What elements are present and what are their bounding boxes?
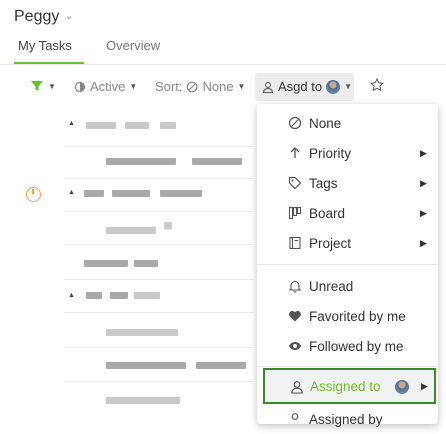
person-icon <box>290 380 304 399</box>
blurred-text <box>134 260 158 267</box>
board-icon <box>287 206 303 220</box>
row-divider <box>64 178 254 179</box>
menu-item-unread[interactable]: Unread <box>257 271 438 301</box>
heart-icon <box>287 309 303 323</box>
tab-overview[interactable]: Overview <box>106 38 160 53</box>
blurred-text <box>106 158 176 165</box>
blurred-text <box>84 190 104 197</box>
project-icon <box>287 236 303 250</box>
sort-value: None <box>202 79 234 94</box>
blurred-text <box>125 122 149 129</box>
eye-icon <box>287 339 303 353</box>
collapse-triangle-icon[interactable]: ▲ <box>68 120 75 127</box>
blurred-text <box>106 362 186 369</box>
bell-icon <box>287 279 303 293</box>
caret-down-icon: ▼ <box>344 82 353 91</box>
submenu-arrow-icon: ▶ <box>420 177 427 188</box>
blurred-text <box>84 260 128 267</box>
row-divider <box>64 211 254 212</box>
person-icon <box>262 81 274 93</box>
menu-item-label: Project <box>309 235 352 251</box>
menu-item-label: Followed by me <box>309 338 404 354</box>
blurred-text <box>164 222 172 229</box>
star-icon <box>369 77 385 92</box>
blurred-text <box>86 292 102 299</box>
menu-item-followed[interactable]: Followed by me <box>257 331 438 361</box>
menu-item-tags[interactable]: Tags ▶ <box>257 168 438 198</box>
blurred-text <box>106 227 156 234</box>
header-divider <box>0 64 446 65</box>
half-circle-icon <box>74 81 86 92</box>
menu-divider <box>257 264 438 265</box>
assigned-to-dropdown[interactable]: Asgd to ▼ <box>255 73 354 101</box>
blurred-text <box>110 292 128 299</box>
menu-item-assigned-to[interactable]: Assigned to ▶ <box>263 368 436 404</box>
row-divider <box>64 312 254 313</box>
menu-item-none[interactable]: None <box>257 108 438 138</box>
blurred-text <box>160 122 176 129</box>
project-owner-title[interactable]: Peggy ⌄ <box>14 8 74 26</box>
sort-dropdown[interactable]: Sort: None ▼ <box>155 79 245 94</box>
menu-item-label: Favorited by me <box>309 308 406 324</box>
menu-divider <box>257 366 438 367</box>
avatar <box>326 79 341 94</box>
favorite-star-button[interactable] <box>369 77 385 97</box>
menu-item-label: None <box>309 115 342 131</box>
blurred-text <box>196 362 246 369</box>
blurred-text <box>160 190 202 197</box>
filter-button[interactable]: ▼ <box>30 79 56 93</box>
menu-item-label: Unread <box>309 278 354 294</box>
blurred-text <box>134 292 160 299</box>
tag-icon <box>287 176 303 190</box>
sort-label: Sort: <box>155 79 183 94</box>
arrow-up-icon <box>287 146 303 160</box>
row-divider <box>64 381 254 382</box>
blurred-text <box>106 329 178 336</box>
caret-down-icon: ▼ <box>237 82 246 91</box>
person-icon <box>287 412 303 426</box>
caret-down-icon: ▼ <box>48 81 56 91</box>
timer-icon[interactable] <box>26 187 41 202</box>
collapse-triangle-icon[interactable]: ▲ <box>68 292 75 299</box>
filter-icon <box>31 81 43 91</box>
none-icon <box>287 116 303 130</box>
menu-item-project[interactable]: Project ▶ <box>257 228 438 258</box>
submenu-arrow-icon: ▶ <box>420 147 427 158</box>
menu-item-assigned-by[interactable]: Assigned by <box>257 404 438 434</box>
row-divider <box>64 146 254 147</box>
owner-name: Peggy <box>14 8 60 25</box>
blurred-text <box>106 397 180 404</box>
submenu-arrow-icon: ▶ <box>420 237 427 248</box>
chevron-down-icon[interactable]: ⌄ <box>64 9 73 22</box>
row-divider <box>64 244 254 245</box>
active-label: Active <box>90 79 126 94</box>
active-filter-dropdown[interactable]: Active ▼ <box>74 79 137 94</box>
avatar <box>395 380 409 394</box>
row-divider <box>64 279 254 280</box>
collapse-triangle-icon[interactable]: ▲ <box>68 189 75 196</box>
blurred-text <box>112 190 150 197</box>
menu-item-label: Assigned to <box>310 379 381 394</box>
tab-my-tasks[interactable]: My Tasks <box>18 38 72 53</box>
menu-item-label: Priority <box>309 145 352 161</box>
blurred-text <box>192 158 242 165</box>
caret-down-icon: ▼ <box>129 82 138 91</box>
menu-item-label: Assigned by <box>309 411 383 427</box>
submenu-arrow-icon: ▶ <box>421 381 428 391</box>
menu-item-board[interactable]: Board ▶ <box>257 198 438 228</box>
menu-item-priority[interactable]: Priority ▶ <box>257 138 438 168</box>
none-icon <box>187 81 198 92</box>
row-divider <box>64 347 254 348</box>
menu-item-label: Board <box>309 205 346 221</box>
assigned-label: Asgd to <box>278 79 323 94</box>
menu-item-label: Tags <box>309 175 338 191</box>
menu-item-favorited[interactable]: Favorited by me <box>257 301 438 331</box>
submenu-arrow-icon: ▶ <box>420 207 427 218</box>
blurred-text <box>86 122 116 129</box>
